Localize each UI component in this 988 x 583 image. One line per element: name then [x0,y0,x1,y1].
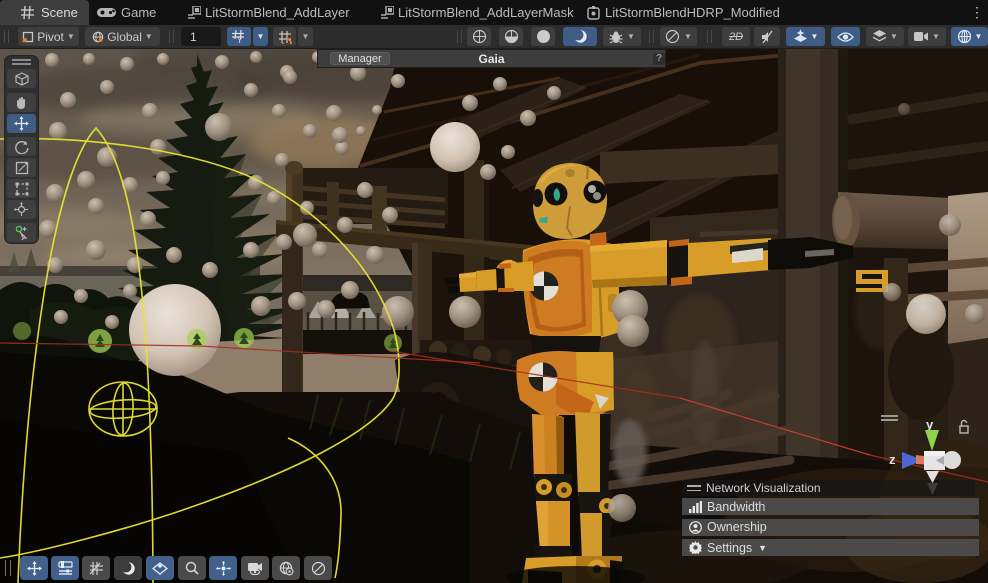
svg-text:y: y [926,417,934,432]
svg-text:z: z [889,452,896,467]
svg-text:Y: Y [237,36,243,44]
